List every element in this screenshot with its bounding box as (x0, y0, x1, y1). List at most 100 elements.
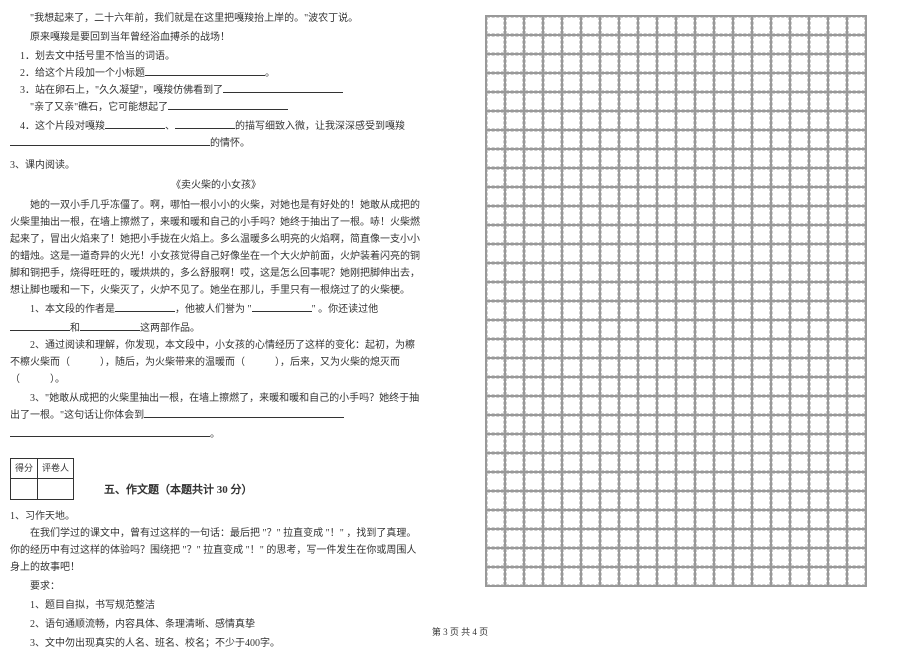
grid-cell[interactable] (543, 491, 562, 510)
grid-cell[interactable] (752, 225, 771, 244)
grid-cell[interactable] (752, 206, 771, 225)
grid-cell[interactable] (695, 92, 714, 111)
grid-cell[interactable] (771, 415, 790, 434)
blank[interactable] (10, 321, 70, 331)
grid-cell[interactable] (581, 358, 600, 377)
grid-cell[interactable] (828, 73, 847, 92)
grid-cell[interactable] (733, 54, 752, 73)
grid-cell[interactable] (752, 263, 771, 282)
grid-cell[interactable] (790, 510, 809, 529)
grid-cell[interactable] (524, 54, 543, 73)
grid-cell[interactable] (714, 263, 733, 282)
grid-cell[interactable] (619, 396, 638, 415)
grid-cell[interactable] (752, 320, 771, 339)
grid-cell[interactable] (771, 396, 790, 415)
grid-cell[interactable] (676, 16, 695, 35)
grid-cell[interactable] (790, 225, 809, 244)
grid-cell[interactable] (809, 377, 828, 396)
grid-cell[interactable] (847, 510, 866, 529)
grid-cell[interactable] (619, 510, 638, 529)
grid-cell[interactable] (619, 282, 638, 301)
grid-cell[interactable] (524, 548, 543, 567)
grid-cell[interactable] (505, 339, 524, 358)
grid-cell[interactable] (657, 396, 676, 415)
grid-cell[interactable] (524, 472, 543, 491)
grid-cell[interactable] (714, 16, 733, 35)
grid-cell[interactable] (847, 263, 866, 282)
grid-cell[interactable] (619, 130, 638, 149)
grid-cell[interactable] (828, 339, 847, 358)
grid-cell[interactable] (562, 529, 581, 548)
grid-cell[interactable] (790, 92, 809, 111)
grid-cell[interactable] (524, 168, 543, 187)
grid-cell[interactable] (809, 282, 828, 301)
grid-cell[interactable] (638, 491, 657, 510)
grid-cell[interactable] (828, 415, 847, 434)
grid-cell[interactable] (733, 301, 752, 320)
grid-cell[interactable] (581, 225, 600, 244)
grid-cell[interactable] (771, 92, 790, 111)
grid-cell[interactable] (676, 282, 695, 301)
grid-cell[interactable] (486, 548, 505, 567)
grid-cell[interactable] (543, 225, 562, 244)
blank[interactable] (145, 66, 265, 76)
grid-cell[interactable] (790, 434, 809, 453)
writing-grid[interactable] (485, 15, 867, 587)
grid-cell[interactable] (714, 130, 733, 149)
grid-cell[interactable] (657, 149, 676, 168)
grid-cell[interactable] (486, 35, 505, 54)
grid-cell[interactable] (771, 130, 790, 149)
grid-cell[interactable] (828, 187, 847, 206)
grid-cell[interactable] (752, 434, 771, 453)
grid-cell[interactable] (695, 16, 714, 35)
grid-cell[interactable] (790, 16, 809, 35)
grid-cell[interactable] (657, 35, 676, 54)
grid-cell[interactable] (790, 377, 809, 396)
grid-cell[interactable] (543, 187, 562, 206)
grid-cell[interactable] (505, 282, 524, 301)
grid-cell[interactable] (828, 529, 847, 548)
grid-cell[interactable] (828, 16, 847, 35)
grid-cell[interactable] (619, 35, 638, 54)
grid-cell[interactable] (619, 73, 638, 92)
grid-cell[interactable] (752, 187, 771, 206)
grid-cell[interactable] (714, 92, 733, 111)
grid-cell[interactable] (847, 453, 866, 472)
grid-cell[interactable] (676, 567, 695, 586)
grid-cell[interactable] (714, 111, 733, 130)
grid-cell[interactable] (828, 301, 847, 320)
grid-cell[interactable] (695, 491, 714, 510)
grid-cell[interactable] (676, 206, 695, 225)
grid-cell[interactable] (771, 111, 790, 130)
grid-cell[interactable] (543, 111, 562, 130)
blank[interactable] (10, 427, 210, 437)
grid-cell[interactable] (695, 263, 714, 282)
grid-cell[interactable] (619, 415, 638, 434)
grid-cell[interactable] (790, 529, 809, 548)
grid-cell[interactable] (695, 548, 714, 567)
grid-cell[interactable] (657, 16, 676, 35)
grid-cell[interactable] (828, 396, 847, 415)
grid-cell[interactable] (619, 225, 638, 244)
grid-cell[interactable] (600, 472, 619, 491)
grid-cell[interactable] (676, 111, 695, 130)
grid-cell[interactable] (809, 149, 828, 168)
grid-cell[interactable] (847, 301, 866, 320)
grid-cell[interactable] (714, 73, 733, 92)
grid-cell[interactable] (733, 453, 752, 472)
grid-cell[interactable] (771, 491, 790, 510)
grid-cell[interactable] (562, 567, 581, 586)
grid-cell[interactable] (790, 263, 809, 282)
grid-cell[interactable] (581, 244, 600, 263)
grid-cell[interactable] (619, 453, 638, 472)
grid-cell[interactable] (638, 244, 657, 263)
grid-cell[interactable] (790, 548, 809, 567)
grid-cell[interactable] (524, 377, 543, 396)
grid-cell[interactable] (581, 434, 600, 453)
grid-cell[interactable] (486, 149, 505, 168)
grid-cell[interactable] (600, 263, 619, 282)
grid-cell[interactable] (600, 339, 619, 358)
grid-cell[interactable] (771, 16, 790, 35)
grid-cell[interactable] (714, 472, 733, 491)
grid-cell[interactable] (809, 225, 828, 244)
